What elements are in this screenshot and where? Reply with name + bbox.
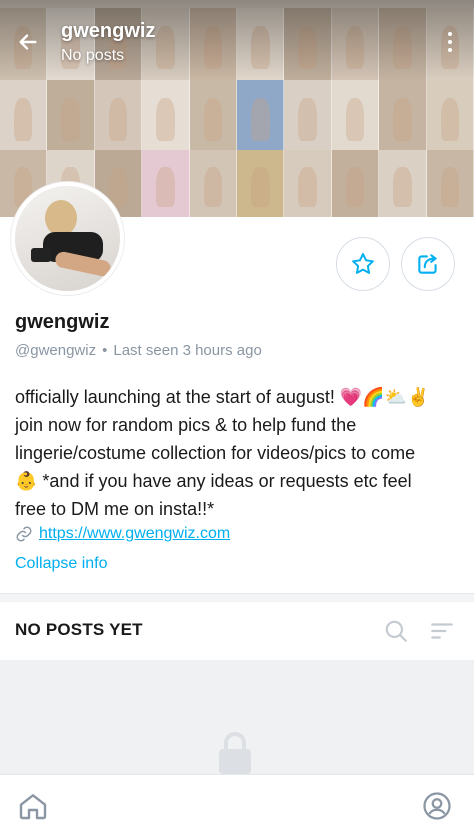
website-link[interactable]: https://www.gwengwiz.com <box>39 525 230 543</box>
bio-line: lingerie/costume collection for videos/p… <box>15 443 416 463</box>
profile-handle: @gwengwiz <box>15 342 97 359</box>
profile-bio: officially launching at the start of aug… <box>15 383 465 523</box>
bio-line: free to DM me on insta!!* <box>15 499 215 519</box>
bio-line: officially launching at the start of aug… <box>15 387 430 407</box>
section-separator <box>0 594 474 602</box>
sort-posts-button[interactable] <box>429 618 455 644</box>
lock-icon <box>219 732 251 774</box>
share-profile-button[interactable] <box>401 237 455 291</box>
collapse-info-button[interactable]: Collapse info <box>15 555 108 573</box>
bio-line: 👶 *and if you have any ideas or requests… <box>15 471 412 491</box>
separator-dot: • <box>102 342 108 359</box>
sort-icon <box>431 623 453 639</box>
arrow-left-icon <box>19 34 37 50</box>
share-icon <box>418 254 437 274</box>
more-options-button[interactable] <box>438 26 462 58</box>
back-button[interactable] <box>14 28 42 56</box>
posts-section-heading: NO POSTS YET <box>15 620 143 639</box>
star-icon <box>352 253 374 274</box>
search-posts-button[interactable] <box>383 618 409 644</box>
header-subtitle: No posts <box>61 47 125 64</box>
bottom-navigation <box>0 774 474 834</box>
profile-screen: gwengwiz No posts gwengwiz @gwengwiz • Las… <box>0 0 474 834</box>
profile-handle-line: @gwengwiz • Last seen 3 hours ago <box>15 342 262 359</box>
profile-icon <box>423 792 451 820</box>
more-vertical-icon <box>448 40 452 44</box>
home-button[interactable] <box>17 790 49 822</box>
search-icon <box>385 620 407 642</box>
link-icon <box>16 526 32 542</box>
last-seen-status: Last seen 3 hours ago <box>113 342 262 359</box>
profile-menu-button[interactable] <box>422 791 452 821</box>
cover-row <box>0 80 474 152</box>
header-title: gwengwiz <box>61 20 156 42</box>
avatar[interactable] <box>11 182 124 295</box>
home-icon <box>19 794 47 820</box>
bio-line: join now for random pics & to help fund … <box>15 415 357 435</box>
profile-name: gwengwiz <box>15 311 110 333</box>
more-vertical-icon <box>448 32 452 36</box>
website-link-row: https://www.gwengwiz.com <box>15 525 230 543</box>
more-vertical-icon <box>448 48 452 52</box>
add-to-favorites-button[interactable] <box>336 237 390 291</box>
